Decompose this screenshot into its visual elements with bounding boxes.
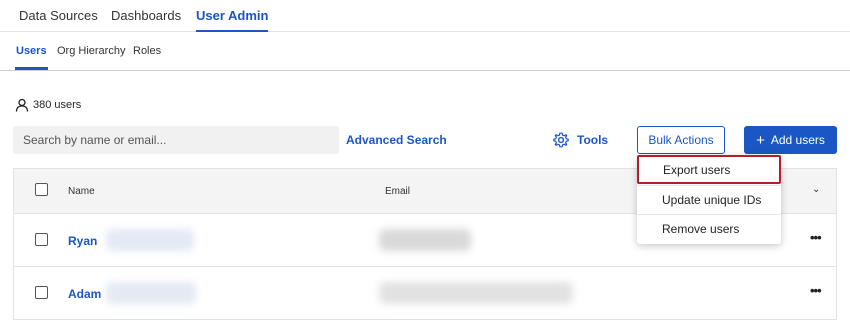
person-icon <box>15 98 29 112</box>
menu-item-remove-users[interactable]: Remove users <box>637 214 781 243</box>
sub-nav: Users Org Hierarchy Roles <box>0 32 850 71</box>
tab-users[interactable]: Users <box>15 45 48 70</box>
tab-user-admin[interactable]: User Admin <box>196 8 269 32</box>
column-header-email[interactable]: Email <box>385 186 410 197</box>
more-options-icon[interactable]: ••• <box>810 230 822 245</box>
redacted-name <box>106 229 194 251</box>
tools-label: Tools <box>577 133 609 147</box>
redacted-email <box>379 282 573 304</box>
bulk-actions-menu: Export users Update unique IDs Remove us… <box>637 155 781 244</box>
menu-item-export-users[interactable]: Export users <box>637 155 781 184</box>
user-count-label: 380 users <box>33 99 82 111</box>
select-all-checkbox[interactable] <box>35 183 48 196</box>
tools-button[interactable]: Tools <box>553 130 608 150</box>
tab-dashboards[interactable]: Dashboards <box>111 8 181 23</box>
tab-org-hierarchy[interactable]: Org Hierarchy <box>57 45 125 57</box>
add-users-button[interactable]: + Add users <box>744 126 837 154</box>
bulk-actions-button[interactable]: Bulk Actions <box>637 126 725 154</box>
user-name-link[interactable]: Adam <box>68 287 101 301</box>
gear-icon <box>553 132 569 148</box>
tab-data-sources[interactable]: Data Sources <box>19 8 98 23</box>
advanced-search-link[interactable]: Advanced Search <box>346 133 447 147</box>
plus-icon: + <box>756 131 765 149</box>
table-row[interactable]: Adam ••• <box>14 267 836 320</box>
redacted-email <box>379 229 471 251</box>
top-nav: Data Sources Dashboards User Admin <box>0 0 850 32</box>
user-count: 380 users <box>15 97 81 113</box>
column-header-name[interactable]: Name <box>68 186 95 197</box>
menu-item-update-unique-ids[interactable]: Update unique IDs <box>637 185 781 214</box>
row-checkbox[interactable] <box>35 286 48 299</box>
tab-roles[interactable]: Roles <box>133 45 161 57</box>
chevron-down-icon[interactable]: ⌄ <box>812 184 820 195</box>
redacted-name <box>106 282 196 304</box>
row-checkbox[interactable] <box>35 233 48 246</box>
more-options-icon[interactable]: ••• <box>810 283 822 298</box>
user-name-link[interactable]: Ryan <box>68 234 97 248</box>
search-input[interactable] <box>13 126 339 154</box>
add-users-label: Add users <box>770 133 825 147</box>
